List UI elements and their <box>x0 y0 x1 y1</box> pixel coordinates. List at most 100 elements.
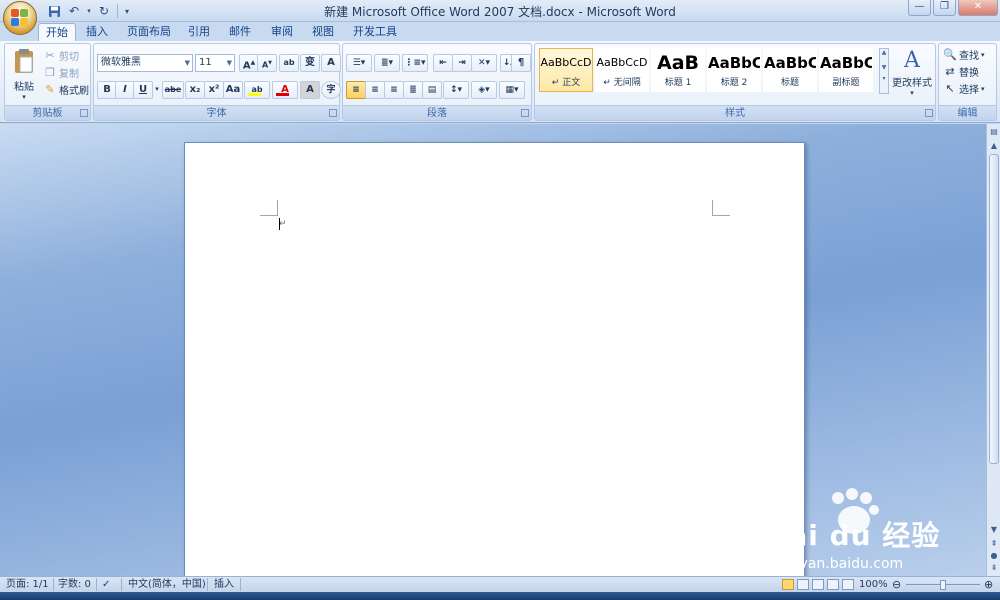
chevron-down-icon: ▼ <box>226 59 232 67</box>
character-border-icon[interactable]: A <box>321 54 341 72</box>
minimize-icon[interactable]: — <box>908 0 931 16</box>
scroll-up-icon[interactable]: ▲ <box>880 49 888 56</box>
draft-icon[interactable] <box>842 579 854 590</box>
change-case-icon[interactable]: Aa <box>223 81 243 99</box>
numbering-icon[interactable]: ≣▾ <box>374 54 400 72</box>
zoom-out-icon[interactable]: ⊖ <box>892 578 901 592</box>
chevron-down-icon: ▾ <box>910 89 914 97</box>
chevron-down-icon: ▾ <box>981 84 985 93</box>
align-left-icon[interactable]: ≡ <box>346 81 366 99</box>
vertical-scrollbar[interactable]: ▤ ▲ ▼ ⇞ ● ⇟ <box>986 124 1000 576</box>
multilevel-list-icon[interactable]: ⋮≡▾ <box>402 54 428 72</box>
paste-button[interactable]: 粘贴 ▾ <box>8 47 40 103</box>
maximize-icon[interactable]: ❐ <box>933 0 956 16</box>
tab-home[interactable]: 开始 <box>38 23 76 41</box>
office-button[interactable] <box>3 1 37 35</box>
subscript-icon[interactable]: x₂ <box>185 81 205 99</box>
clipboard-launcher-icon[interactable] <box>80 109 88 117</box>
ruler-toggle-icon[interactable]: ▤ <box>988 126 1000 138</box>
cut-button[interactable]: ✂ 剪切 <box>43 47 79 64</box>
chinese-layout-icon[interactable]: ✕▾ <box>471 54 497 72</box>
superscript-icon[interactable]: x² <box>204 81 224 99</box>
grow-font-icon[interactable]: A▲ <box>239 54 259 72</box>
tab-references[interactable]: 引用 <box>182 23 216 41</box>
character-shading-icon[interactable]: A <box>300 81 320 99</box>
style-heading-1[interactable]: AaB 标题 1 <box>651 48 705 92</box>
zoom-slider-thumb[interactable] <box>940 580 946 590</box>
change-styles-button[interactable]: A 更改样式 ▾ <box>891 48 933 104</box>
borders-icon[interactable]: ▦▾ <box>499 81 525 99</box>
proofing-icon[interactable]: ✓ <box>102 578 110 592</box>
phonetic-guide-icon[interactable]: 变 <box>300 54 320 72</box>
document-page[interactable]: ↵ <box>184 142 805 576</box>
word-count[interactable]: 字数: 0 <box>58 578 91 592</box>
style-sample: AaBbCcD <box>540 56 592 69</box>
find-button[interactable]: 🔍 查找 ▾ <box>943 46 984 63</box>
web-layout-icon[interactable] <box>812 579 824 590</box>
font-color-icon[interactable]: A <box>272 81 298 99</box>
scroll-up-icon[interactable]: ▲ <box>988 140 1000 152</box>
underline-icon[interactable]: U <box>133 81 153 99</box>
style-no-spacing[interactable]: AaBbCcD ↵ 无间隔 <box>595 48 649 92</box>
style-title[interactable]: AaBbC 标题 <box>763 48 817 92</box>
shading-icon[interactable]: ◈▾ <box>471 81 497 99</box>
format-painter-button[interactable]: ✎ 格式刷 <box>43 81 89 98</box>
font-launcher-icon[interactable] <box>329 109 337 117</box>
select-browse-object-icon[interactable]: ● <box>988 550 1000 562</box>
previous-page-icon[interactable]: ⇞ <box>988 538 1000 550</box>
print-layout-icon[interactable] <box>782 579 794 590</box>
tab-page-layout[interactable]: 页面布局 <box>122 23 176 41</box>
scroll-down-icon[interactable]: ▼ <box>988 524 1000 536</box>
styles-gallery-scrollbar[interactable]: ▲ ▼ ▾ <box>879 48 889 94</box>
italic-icon[interactable]: I <box>115 81 135 99</box>
strikethrough-icon[interactable]: abe <box>162 81 184 99</box>
tab-mailings[interactable]: 邮件 <box>223 23 257 41</box>
font-size-combo[interactable]: 11 ▼ <box>195 54 235 72</box>
align-right-icon[interactable]: ≡ <box>384 81 404 99</box>
zoom-in-icon[interactable]: ⊕ <box>984 578 993 592</box>
style-heading-2[interactable]: AaBbC 标题 2 <box>707 48 761 92</box>
tab-insert[interactable]: 插入 <box>80 23 114 41</box>
enclose-characters-icon[interactable]: 字 <box>321 81 341 99</box>
styles-launcher-icon[interactable] <box>925 109 933 117</box>
decrease-indent-icon[interactable]: ⇤ <box>433 54 453 72</box>
justify-icon[interactable]: ≣ <box>403 81 423 99</box>
copy-button[interactable]: ❐ 复制 <box>43 64 79 81</box>
underline-dropdown-icon[interactable]: ▾ <box>153 81 161 99</box>
page-count[interactable]: 页面: 1/1 <box>6 578 49 592</box>
paste-dropdown-icon[interactable]: ▾ <box>8 93 40 101</box>
style-subtitle[interactable]: AaBbC 副标题 <box>819 48 873 92</box>
highlight-icon[interactable]: ab <box>244 81 270 99</box>
zoom-level[interactable]: 100% <box>859 578 888 592</box>
align-center-icon[interactable]: ≡ <box>365 81 385 99</box>
tab-review[interactable]: 审阅 <box>265 23 299 41</box>
paragraph-launcher-icon[interactable] <box>521 109 529 117</box>
bullets-icon[interactable]: ☰▾ <box>346 54 372 72</box>
replace-button[interactable]: ⇄ 替换 <box>943 63 979 80</box>
style-normal[interactable]: AaBbCcD ↵ 正文 <box>539 48 593 92</box>
copy-label: 复制 <box>59 69 79 80</box>
next-page-icon[interactable]: ⇟ <box>988 562 1000 574</box>
clear-formatting-icon[interactable]: ab <box>279 54 299 72</box>
language-indicator[interactable]: 中文(简体，中国) <box>128 578 206 592</box>
distributed-icon[interactable]: ▤ <box>422 81 442 99</box>
shrink-font-icon[interactable]: A▼ <box>257 54 277 72</box>
more-styles-icon[interactable]: ▾ <box>880 75 888 82</box>
ribbon: 粘贴 ▾ ✂ 剪切 ❐ 复制 ✎ 格式刷 剪贴板 微软雅黑 ▼ 11 ▼ A▲ A▼ ab… <box>0 41 1000 123</box>
tab-view[interactable]: 视图 <box>306 23 340 41</box>
line-spacing-icon[interactable]: ↕▾ <box>443 81 469 99</box>
font-family-combo[interactable]: 微软雅黑 ▼ <box>97 54 193 72</box>
scroll-down-icon[interactable]: ▼ <box>880 64 888 71</box>
bold-icon[interactable]: B <box>97 81 117 99</box>
insert-mode[interactable]: 插入 <box>214 578 234 592</box>
show-marks-icon[interactable]: ¶ <box>511 54 531 72</box>
tab-developer[interactable]: 开发工具 <box>348 23 402 41</box>
full-screen-reading-icon[interactable] <box>797 579 809 590</box>
outline-icon[interactable] <box>827 579 839 590</box>
select-button[interactable]: ↖ 选择 ▾ <box>943 80 985 97</box>
close-icon[interactable]: ✕ <box>958 0 998 16</box>
increase-indent-icon[interactable]: ⇥ <box>452 54 472 72</box>
format-painter-icon: ✎ <box>45 82 55 96</box>
scrollbar-thumb[interactable] <box>989 154 999 464</box>
font-size-value: 11 <box>199 57 212 68</box>
